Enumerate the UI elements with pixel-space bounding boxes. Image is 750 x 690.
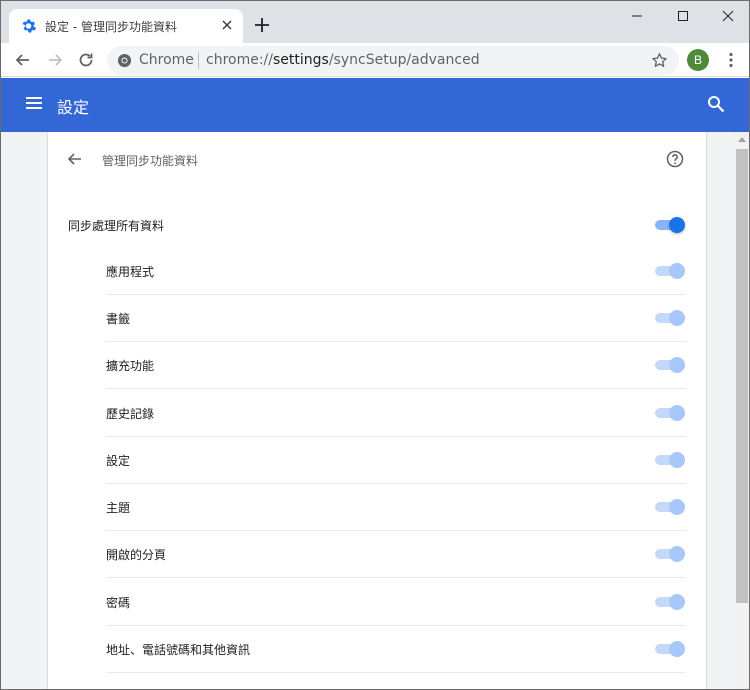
row-divider (106, 483, 686, 484)
toggle-knob (669, 499, 685, 515)
sync-item-label: 開啟的分頁 (106, 548, 167, 562)
more-menu-icon[interactable] (723, 51, 739, 69)
reload-icon[interactable] (76, 50, 96, 70)
settings-header: 設定 (1, 78, 749, 132)
row-divider (106, 294, 686, 295)
sync-item-toggle-themes[interactable] (653, 498, 685, 516)
browser-window: 設定 - 管理同步功能資料 Chrome chrome://settings/s… (0, 0, 750, 690)
tab-settings[interactable]: 設定 - 管理同步功能資料 (9, 9, 243, 43)
url-text: chrome://settings/syncSetup/advanced (206, 52, 480, 68)
sync-item-toggle-extensions[interactable] (653, 356, 685, 374)
toggle-knob (669, 594, 685, 610)
sync-item-toggle-settings[interactable] (653, 451, 685, 469)
toggle-knob (669, 263, 685, 279)
toggle-knob (669, 217, 685, 233)
omnibox-scheme-label: Chrome (139, 52, 194, 68)
menu-icon[interactable] (25, 95, 43, 111)
back-arrow-icon[interactable] (66, 150, 84, 168)
row-divider (106, 530, 686, 531)
tab-strip: 設定 - 管理同步功能資料 (1, 1, 749, 43)
url-path: /syncSetup/advanced (328, 52, 480, 68)
sync-item-label: 應用程式 (106, 265, 155, 279)
sync-item-label: 書籤 (106, 312, 131, 326)
settings-content: 管理同步功能資料 同步處理所有資料 應用程式 書籤 擴充功能 歷史記錄 設定 主… (1, 132, 734, 689)
sync-item-label: 擴充功能 (106, 359, 155, 373)
search-icon[interactable] (707, 95, 725, 113)
browser-toolbar: Chrome chrome://settings/syncSetup/advan… (1, 43, 749, 77)
sync-settings-card: 管理同步功能資料 同步處理所有資料 應用程式 書籤 擴充功能 歷史記錄 設定 主… (48, 132, 706, 689)
tab-title: 設定 - 管理同步功能資料 (45, 20, 177, 34)
sync-item-label: 主題 (106, 501, 131, 515)
sync-item-toggle-passwords[interactable] (653, 593, 685, 611)
toggle-knob (669, 357, 685, 373)
address-bar[interactable]: Chrome chrome://settings/syncSetup/advan… (107, 46, 679, 75)
toggle-knob (669, 641, 685, 657)
chrome-icon (117, 53, 132, 68)
scrollbar-thumb[interactable] (736, 149, 748, 603)
toggle-knob (669, 310, 685, 326)
row-divider (106, 341, 686, 342)
toggle-knob (669, 546, 685, 562)
toggle-knob (669, 405, 685, 421)
sync-item-toggle-addresses[interactable] (653, 640, 685, 658)
sync-item-toggle-open-tabs[interactable] (653, 545, 685, 563)
bookmark-star-icon[interactable] (651, 52, 668, 69)
sync-item-label: 設定 (106, 454, 131, 468)
sync-item-label: 密碼 (106, 596, 131, 610)
vertical-scrollbar[interactable] (734, 132, 749, 689)
url-prefix: chrome:// (206, 52, 273, 68)
minimize-icon[interactable] (627, 7, 647, 25)
toggle-knob (669, 452, 685, 468)
back-icon[interactable] (13, 50, 33, 70)
sync-item-toggle-apps[interactable] (653, 262, 685, 280)
avatar[interactable]: B (687, 49, 709, 71)
sync-item-toggle-history[interactable] (653, 404, 685, 422)
row-divider (106, 436, 686, 437)
close-icon[interactable] (218, 16, 236, 34)
row-divider (106, 388, 686, 389)
omnibox-divider (198, 52, 199, 69)
page-title: 設定 (57, 98, 90, 117)
url-host: settings (273, 52, 329, 68)
row-divider (106, 625, 686, 626)
row-divider (106, 672, 686, 673)
row-divider (106, 577, 686, 578)
sync-item-toggle-bookmarks[interactable] (653, 309, 685, 327)
new-tab-icon[interactable] (253, 16, 271, 34)
subpage-title: 管理同步功能資料 (102, 154, 199, 168)
help-icon[interactable] (666, 150, 684, 168)
sync-everything-label: 同步處理所有資料 (68, 219, 165, 233)
maximize-icon[interactable] (673, 7, 693, 25)
close-window-icon[interactable] (718, 7, 738, 25)
forward-icon[interactable] (45, 50, 65, 70)
scroll-up-arrow-icon[interactable] (738, 136, 746, 142)
sync-item-label: 歷史記錄 (106, 407, 155, 421)
sync-item-label: 地址、電話號碼和其他資訊 (106, 643, 251, 657)
sync-everything-toggle[interactable] (653, 216, 685, 234)
gear-icon (22, 19, 36, 33)
